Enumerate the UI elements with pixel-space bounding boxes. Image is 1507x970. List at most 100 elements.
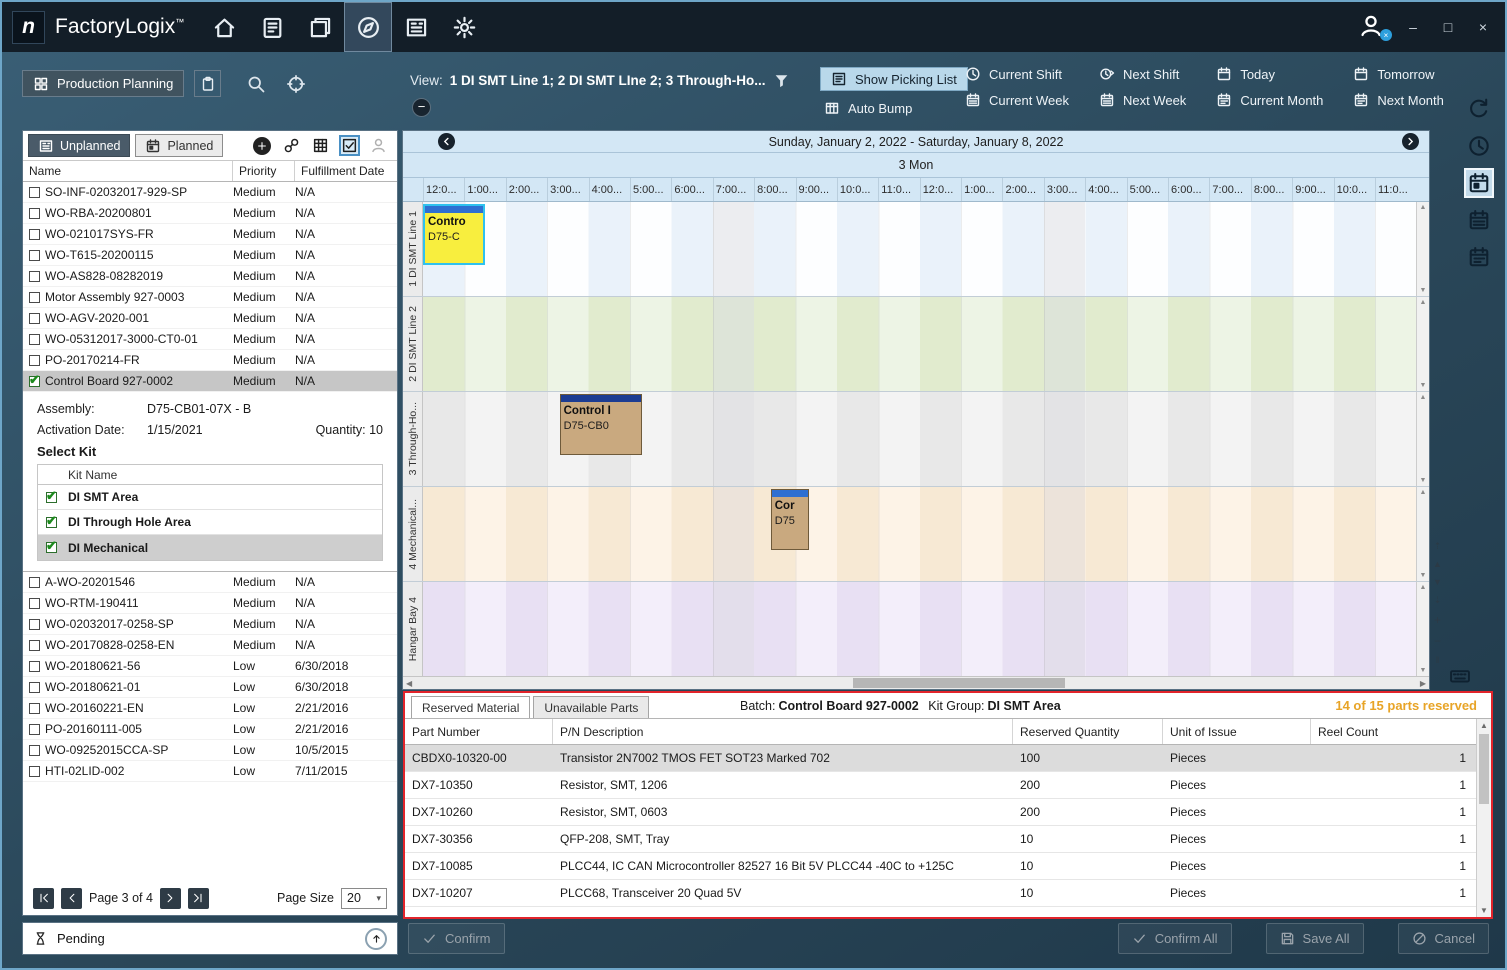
part-row[interactable]: DX7-30356QFP-208, SMT, Tray10Pieces1	[405, 826, 1476, 853]
order-checkbox[interactable]	[29, 766, 40, 777]
order-row[interactable]: PO-20160111-005Low2/21/2016	[23, 719, 397, 740]
part-row[interactable]: DX7-10085PLCC44, IC CAN Microcontroller …	[405, 853, 1476, 880]
scroll-bottom-icon[interactable]: ⇣	[1434, 596, 1442, 605]
toolbar-button-current-shift[interactable]: Current Shift	[965, 66, 1069, 82]
user-account-button[interactable]: ×	[1358, 13, 1388, 41]
order-row[interactable]: HTI-02LID-002Low7/11/2015	[23, 761, 397, 782]
scroll-up-icon[interactable]: ▲	[1420, 394, 1427, 401]
lane-grid[interactable]	[423, 297, 1416, 391]
toolbar-button-next-week[interactable]: Next Week	[1099, 92, 1186, 108]
tab-reserved-material[interactable]: Reserved Material	[411, 696, 530, 718]
cancel-button[interactable]: Cancel	[1398, 923, 1489, 954]
order-checkbox[interactable]	[29, 313, 40, 324]
order-row[interactable]: WO-09252015CCA-SPLow10/5/2015	[23, 740, 397, 761]
tab-planned[interactable]: Planned	[135, 134, 223, 157]
nav-reports[interactable]	[392, 2, 440, 52]
lane-scrollbar[interactable]: ▲▼	[1416, 487, 1429, 581]
kit-row[interactable]: DI Mechanical	[38, 535, 382, 560]
scrollbar-thumb[interactable]	[1479, 734, 1489, 804]
assign-person-button[interactable]	[370, 137, 387, 154]
parts-vertical-scrollbar[interactable]: ▲ ▼	[1476, 719, 1491, 917]
order-checkbox[interactable]	[29, 745, 40, 756]
scroll-down-icon[interactable]: ▼	[1477, 906, 1491, 915]
order-row[interactable]: WO-20160221-ENLow2/21/2016	[23, 698, 397, 719]
keyboard-icon[interactable]	[1448, 665, 1472, 687]
filter-icon[interactable]	[773, 72, 790, 89]
lane-grid[interactable]: CorD75	[423, 487, 1416, 581]
nav-scheduling[interactable]	[344, 2, 392, 52]
order-checkbox[interactable]	[29, 376, 40, 387]
order-checkbox[interactable]	[29, 682, 40, 693]
order-row[interactable]: A-WO-20201546MediumN/A	[23, 572, 397, 593]
part-row[interactable]: DX7-10350Resistor, SMT, 1206200Pieces1	[405, 772, 1476, 799]
order-row[interactable]: WO-RBA-20200801MediumN/A	[23, 203, 397, 224]
link-order-button[interactable]	[283, 137, 300, 154]
select-mode-button[interactable]	[341, 137, 358, 154]
order-checkbox[interactable]	[29, 292, 40, 303]
order-checkbox[interactable]	[29, 229, 40, 240]
scrollbar-thumb[interactable]	[853, 678, 1065, 688]
scroll-up-icon[interactable]: ▲	[1433, 560, 1442, 569]
order-checkbox[interactable]	[29, 250, 40, 261]
search-icon[interactable]	[246, 74, 266, 94]
show-picking-list-button[interactable]: Show Picking List	[820, 67, 968, 91]
lane-grid[interactable]	[423, 582, 1416, 676]
kit-checkbox[interactable]	[46, 517, 57, 528]
toolbar-button-next-month[interactable]: Next Month	[1353, 92, 1443, 108]
minimize-button[interactable]: –	[1403, 19, 1423, 35]
lane-grid[interactable]: Control ID75-CB0	[423, 392, 1416, 486]
order-row[interactable]: Control Board 927-0002MediumN/A	[23, 371, 397, 392]
clipboard-button[interactable]	[194, 70, 221, 97]
order-checkbox[interactable]	[29, 724, 40, 735]
tab-unavailable-parts[interactable]: Unavailable Parts	[533, 696, 649, 718]
kit-row[interactable]: DI SMT Area	[38, 485, 382, 510]
view-value[interactable]: 1 DI SMT Line 1; 2 DI SMT LIne 2; 3 Thro…	[450, 73, 766, 88]
batch-table-button[interactable]	[312, 137, 329, 154]
last-page-button[interactable]	[188, 888, 209, 909]
scroll-down-icon[interactable]: ▼	[1420, 667, 1427, 674]
order-checkbox[interactable]	[29, 187, 40, 198]
kit-checkbox[interactable]	[46, 542, 57, 553]
order-checkbox[interactable]	[29, 703, 40, 714]
order-checkbox[interactable]	[29, 619, 40, 630]
add-order-button[interactable]	[253, 137, 271, 155]
order-row[interactable]: WO-20170828-0258-ENMediumN/A	[23, 635, 397, 656]
schedule-task[interactable]: CorD75	[771, 489, 809, 550]
auto-bump-button[interactable]: Auto Bump	[820, 97, 968, 119]
week-view-button[interactable]	[1466, 207, 1492, 233]
lane-scrollbar[interactable]: ▲▼	[1416, 582, 1429, 676]
order-row[interactable]: WO-20180621-56Low6/30/2018	[23, 656, 397, 677]
part-row[interactable]: DX7-10207PLCC68, Transceiver 20 Quad 5V1…	[405, 880, 1476, 907]
scroll-top-icon[interactable]: ⇡	[1434, 542, 1442, 551]
scroll-down-icon[interactable]: ▼	[1420, 572, 1427, 579]
part-row[interactable]: CBDX0-10320-00Transistor 2N7002 TMOS FET…	[405, 745, 1476, 772]
order-row[interactable]: WO-AS828-08282019MediumN/A	[23, 266, 397, 287]
confirm-button[interactable]: Confirm	[408, 923, 505, 954]
confirm-all-button[interactable]: Confirm All	[1118, 923, 1232, 954]
order-row[interactable]: WO-02032017-0258-SPMediumN/A	[23, 614, 397, 635]
toolbar-button-today[interactable]: Today	[1216, 66, 1323, 82]
order-row[interactable]: WO-AGV-2020-001MediumN/A	[23, 308, 397, 329]
first-page-button[interactable]	[33, 888, 54, 909]
toolbar-button-next-shift[interactable]: Next Shift	[1099, 66, 1186, 82]
go-to-date-button[interactable]	[1466, 96, 1492, 122]
lane-scrollbar[interactable]: ▲▼	[1416, 297, 1429, 391]
kit-checkbox[interactable]	[46, 492, 57, 503]
scroll-up-icon[interactable]: ▲	[1420, 204, 1427, 211]
production-planning-button[interactable]: Production Planning	[22, 70, 184, 97]
order-row[interactable]: Motor Assembly 927-0003MediumN/A	[23, 287, 397, 308]
order-checkbox[interactable]	[29, 271, 40, 282]
kit-row[interactable]: DI Through Hole Area	[38, 510, 382, 535]
month-view-button[interactable]	[1466, 244, 1492, 270]
scroll-up-icon[interactable]: ▲	[1477, 721, 1491, 730]
scroll-left-icon[interactable]: ◀	[406, 678, 412, 689]
nav-documents[interactable]	[296, 2, 344, 52]
schedule-task[interactable]: Control ID75-CB0	[560, 394, 643, 455]
day-view-button[interactable]	[1466, 170, 1492, 196]
order-checkbox[interactable]	[29, 577, 40, 588]
order-row[interactable]: PO-20170214-FRMediumN/A	[23, 350, 397, 371]
scroll-right-icon[interactable]: ▶	[1420, 678, 1426, 689]
save-all-button[interactable]: Save All	[1266, 923, 1364, 954]
previous-week-button[interactable]	[438, 133, 455, 150]
lane-scrollbar[interactable]: ▲▼	[1416, 392, 1429, 486]
